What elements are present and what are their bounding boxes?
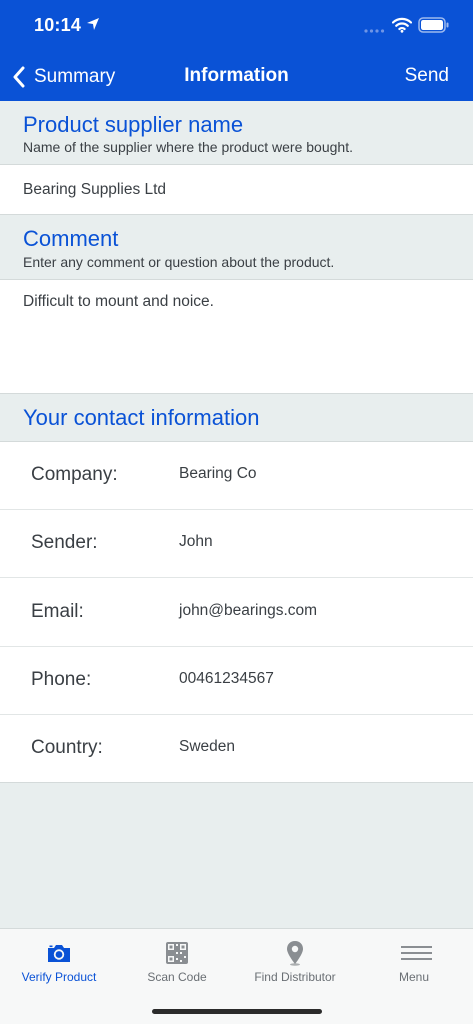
contact-row-email[interactable]: Email: john@bearings.com (0, 579, 473, 647)
comment-section-header: Comment Enter any comment or question ab… (0, 215, 473, 280)
contact-value: john@bearings.com (179, 602, 318, 619)
supplier-section-title: Product supplier name (23, 112, 244, 137)
contact-row-company[interactable]: Company: Bearing Co (0, 442, 473, 510)
contact-info-list: Company: Bearing Co Sender: John Email: … (0, 441, 473, 783)
navigation-bar: Summary Information Send (0, 52, 473, 101)
hamburger-menu-icon (401, 946, 432, 960)
contact-value: Bearing Co (179, 465, 257, 482)
status-bar: 10:14 (0, 0, 473, 52)
contact-value: Sweden (179, 738, 236, 755)
tab-menu[interactable]: Menu (355, 929, 473, 999)
supplier-name-value: Bearing Supplies Ltd (23, 181, 167, 198)
tab-label: Scan Code (147, 970, 207, 984)
tab-label: Menu (398, 970, 430, 984)
contact-label: Email: (31, 601, 84, 622)
status-time: 10:14 (34, 15, 82, 35)
supplier-section-subtitle: Name of the supplier where the product w… (23, 139, 353, 155)
contact-label: Phone: (31, 669, 92, 690)
wifi-icon (392, 17, 412, 33)
contact-label: Sender: (31, 532, 98, 553)
tab-label: Find Distributor (254, 970, 336, 984)
contact-row-phone[interactable]: Phone: 00461234567 (0, 647, 473, 715)
tab-verify-product[interactable]: Verify Product (0, 929, 118, 999)
comment-section-title: Comment (23, 226, 119, 251)
divider (0, 577, 473, 578)
camera-icon (48, 945, 70, 962)
send-button[interactable]: Send (405, 65, 449, 87)
contact-label: Country: (31, 737, 103, 758)
supplier-section-header: Product supplier name Name of the suppli… (0, 101, 473, 165)
comment-section-subtitle: Enter any comment or question about the … (23, 254, 335, 270)
tab-scan-code[interactable]: Scan Code (118, 929, 236, 999)
battery-icon (418, 17, 449, 33)
qr-code-icon (166, 942, 188, 964)
page-title: Information (184, 65, 289, 86)
cellular-signal-icon (364, 29, 385, 33)
contact-row-sender[interactable]: Sender: John (0, 510, 473, 578)
contact-section-title: Your contact information (23, 405, 260, 430)
contact-row-country[interactable]: Country: Sweden (0, 715, 473, 783)
supplier-name-field[interactable]: Bearing Supplies Ltd (0, 165, 473, 215)
contact-value: 00461234567 (179, 670, 274, 687)
map-pin-icon (287, 941, 303, 966)
home-indicator[interactable] (152, 1009, 322, 1014)
contact-section-header: Your contact information (0, 394, 473, 441)
comment-value: Difficult to mount and noice. (23, 293, 214, 310)
contact-label: Company: (31, 464, 118, 485)
tab-label: Verify Product (21, 970, 97, 984)
comment-textarea[interactable]: Difficult to mount and noice. (0, 280, 473, 394)
contact-value: John (179, 533, 213, 550)
location-arrow-icon (87, 18, 99, 30)
tab-find-distributor[interactable]: Find Distributor (236, 929, 354, 999)
